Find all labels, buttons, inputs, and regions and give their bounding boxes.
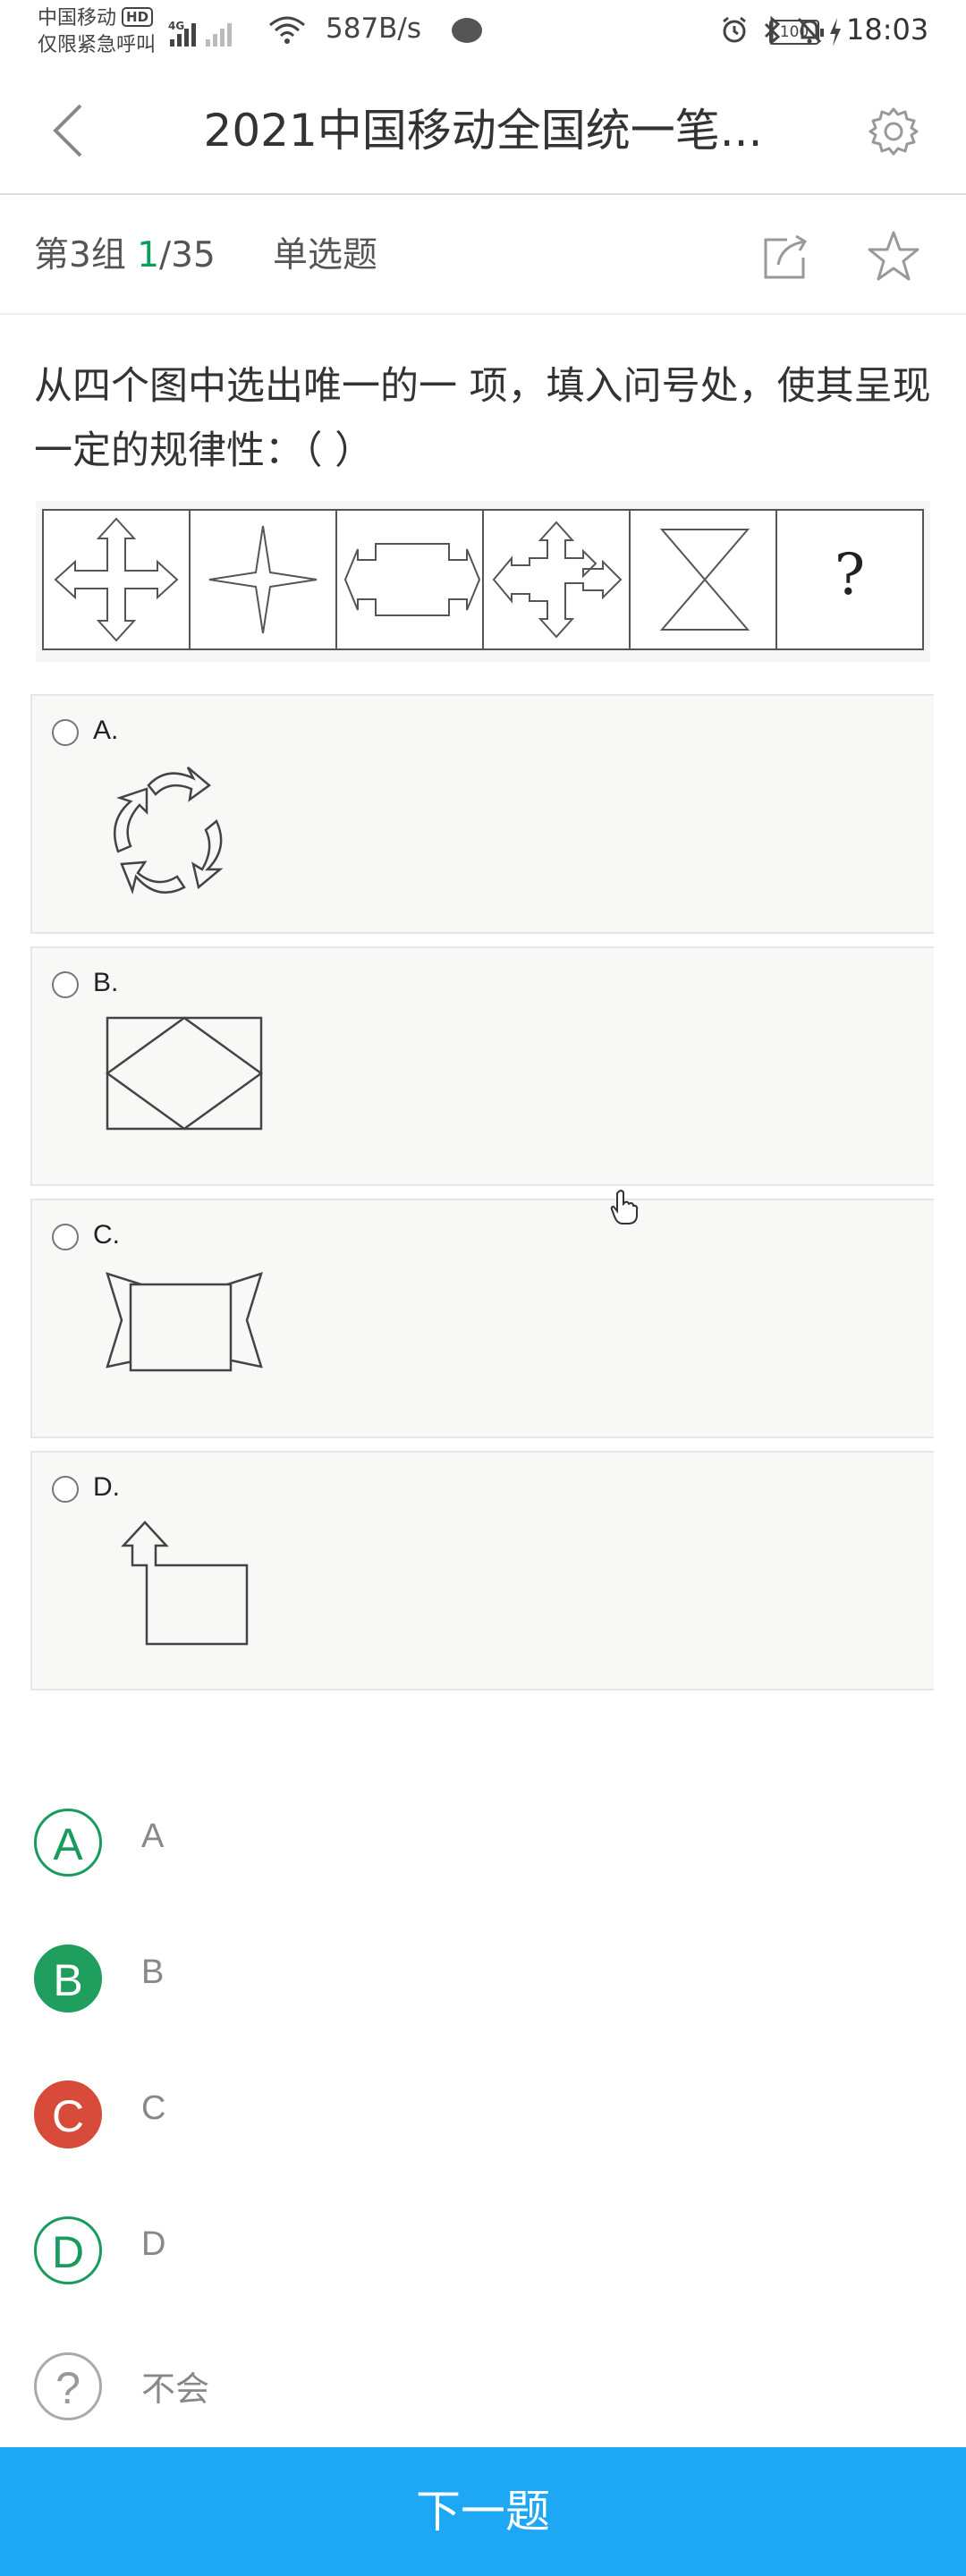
answer-c-text: C — [141, 2089, 166, 2127]
option-c-label: C. — [93, 1220, 120, 1250]
question-type: 单选题 — [273, 235, 378, 275]
settings-gear-icon[interactable] — [868, 106, 919, 157]
option-d-label: D. — [93, 1472, 120, 1502]
signal-icon: 4G — [168, 14, 239, 47]
emergency-only-text: 仅限紧急呼叫 — [38, 34, 157, 56]
missing-figure-mark: ? — [835, 542, 865, 608]
carrier-name: 中国移动 — [38, 7, 117, 30]
status-bar: 中国移动 HD 仅限紧急呼叫 4G 587B/s 100 18:03 — [0, 0, 966, 66]
answer-c-circle[interactable]: C — [34, 2080, 102, 2148]
answer-b-circle[interactable]: B — [34, 1945, 102, 2012]
option-a-figure — [113, 767, 224, 895]
question-figure: ? — [36, 501, 930, 662]
answer-choice-a[interactable]: A A — [34, 1809, 571, 1880]
option-a-radio[interactable] — [52, 719, 79, 746]
figure-sequence: ? — [42, 509, 924, 650]
question-progress: 第3组 1/35 — [34, 233, 216, 279]
answer-unknown-text: 不会 — [141, 2371, 210, 2409]
title-bar: 2021中国移动全国统一笔... — [0, 66, 966, 195]
charging-icon — [830, 18, 841, 47]
answer-a-text: A — [141, 1818, 165, 1855]
option-b-card[interactable]: B. — [30, 946, 934, 1186]
option-d-figure — [121, 1521, 249, 1646]
group-label: 第3组 — [34, 235, 138, 275]
option-d-card[interactable]: D. — [30, 1451, 934, 1690]
page-title: 2021中国移动全国统一笔... — [203, 105, 763, 157]
total-questions: /35 — [159, 235, 216, 275]
question-text: 从四个图中选出唯一的一 项，填入问号处，使其呈现一定的规律性：（ ） — [34, 364, 931, 473]
answer-choice-b[interactable]: B B — [34, 1945, 571, 2016]
hand-cursor-icon — [610, 1190, 639, 1224]
wifi-icon — [269, 16, 305, 44]
option-c-radio[interactable] — [52, 1224, 79, 1250]
option-d-radio[interactable] — [52, 1476, 79, 1503]
battery-icon: 100 — [769, 20, 824, 45]
clock: 18:03 — [846, 13, 929, 47]
network-type-tag: 4G — [168, 20, 185, 32]
network-speed: 587B/s — [326, 13, 422, 45]
favorite-star-icon[interactable] — [866, 229, 921, 284]
alarm-icon — [723, 16, 746, 43]
hd-badge: HD — [122, 7, 154, 27]
question-mark-icon[interactable]: ? — [34, 2352, 102, 2420]
option-a-label: A. — [93, 716, 119, 745]
option-b-label: B. — [93, 968, 119, 997]
back-arrow-icon[interactable] — [50, 102, 86, 159]
option-b-radio[interactable] — [52, 971, 79, 998]
share-icon[interactable] — [760, 233, 810, 283]
answer-choice-c[interactable]: C C — [34, 2080, 571, 2152]
option-c-card[interactable]: C. — [30, 1199, 934, 1438]
current-question-number: 1 — [137, 235, 160, 275]
option-c-figure — [106, 1272, 263, 1372]
answer-a-circle[interactable]: A — [34, 1809, 102, 1877]
next-question-button[interactable]: 下一题 — [0, 2447, 966, 2576]
answer-choice-unknown[interactable]: ? 不会 — [34, 2352, 571, 2424]
option-b-figure — [105, 1016, 264, 1131]
message-icon — [452, 18, 482, 43]
carrier-info: 中国移动 HD 仅限紧急呼叫 — [38, 5, 156, 59]
question-info-row: 第3组 1/35 单选题 — [0, 197, 966, 315]
answer-b-text: B — [141, 1953, 165, 1991]
option-a-card[interactable]: A. — [30, 694, 934, 934]
answer-d-text: D — [141, 2225, 166, 2263]
answer-choice-d[interactable]: D D — [34, 2216, 571, 2288]
answer-d-circle[interactable]: D — [34, 2216, 102, 2284]
